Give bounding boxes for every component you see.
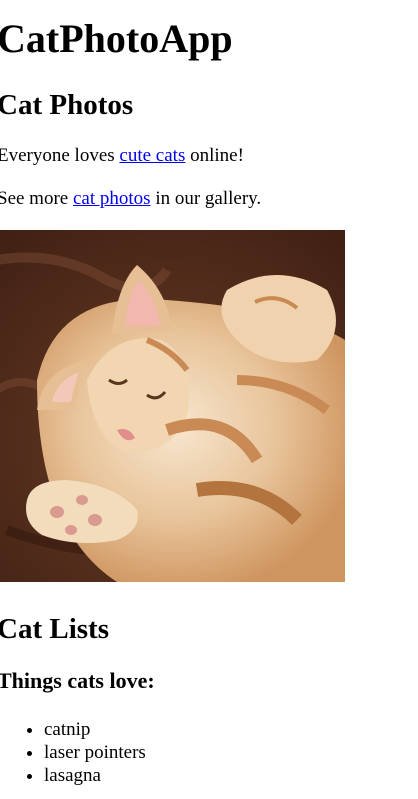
list-item: lasagna (44, 764, 418, 787)
gallery-text-after: in our gallery. (150, 188, 262, 209)
app-title: CatPhotoApp (0, 16, 233, 61)
gallery-paragraph: See more cat photos in our gallery. (0, 188, 418, 210)
cat-lists-section: Cat Lists Things cats love: catnip laser… (0, 612, 418, 787)
cat-photos-heading: Cat Photos (0, 89, 134, 121)
cat-lists-heading: Cat Lists (0, 613, 109, 645)
list-item: laser pointers (44, 741, 418, 764)
intro-text-before: Everyone loves (0, 145, 120, 166)
intro-paragraph: Everyone loves cute cats online! (0, 145, 418, 167)
things-cats-love-heading: Things cats love: (0, 668, 155, 693)
list-item: catnip (44, 718, 418, 741)
intro-text-after: online! (185, 145, 244, 166)
page: CatPhotoApp Cat Photos Everyone loves cu… (0, 0, 418, 787)
cat-photo-link[interactable] (0, 230, 345, 582)
cat-photos-link[interactable]: cat photos (73, 188, 151, 209)
things-cats-love-list: catnip laser pointers lasagna (0, 718, 418, 787)
gallery-text-before: See more (0, 188, 73, 209)
cute-cats-link[interactable]: cute cats (119, 145, 185, 166)
cat-photo (0, 230, 345, 582)
cat-photos-section: Cat Photos Everyone loves cute cats onli… (0, 88, 418, 582)
